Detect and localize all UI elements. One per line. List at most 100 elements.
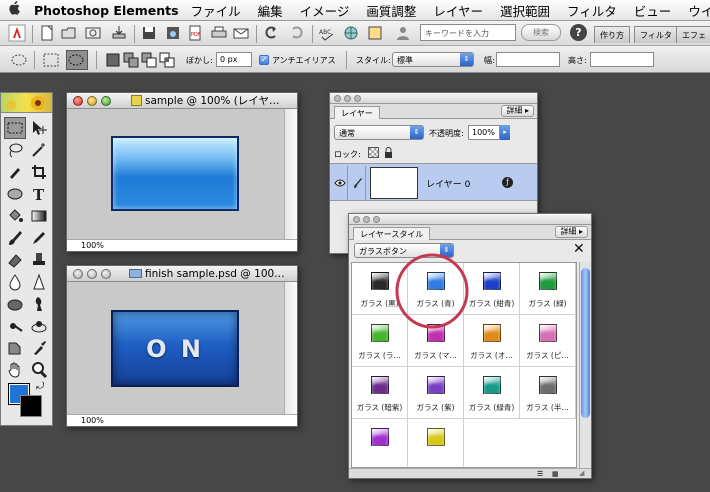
smudge-tool-icon[interactable] (28, 293, 50, 315)
width-input[interactable] (496, 52, 560, 67)
panel-titlebar[interactable] (349, 214, 591, 225)
pdf-icon[interactable]: PDF (186, 24, 204, 42)
thumbnail-view-icon[interactable]: ▦ (552, 470, 559, 478)
panel-titlebar[interactable] (330, 93, 537, 104)
lock-all-icon[interactable] (384, 147, 393, 158)
style-select[interactable]: 標準 ⇕ (392, 52, 474, 67)
vertical-scrollbar[interactable] (284, 282, 297, 414)
antialias-checkbox[interactable]: ✓ (259, 55, 269, 65)
elliptical-marquee-icon[interactable] (10, 51, 28, 69)
rect-marquee-icon[interactable] (42, 51, 60, 69)
user-icon[interactable] (394, 24, 412, 42)
brush-tool-icon[interactable] (4, 227, 26, 249)
blur-tool-icon[interactable] (4, 271, 26, 293)
style-swatch[interactable]: ガラス (暗紫) (352, 367, 408, 419)
layer-styles-tab[interactable]: レイヤースタイル (353, 227, 431, 240)
new-file-icon[interactable] (38, 24, 56, 42)
styles-scroll-thumb[interactable] (581, 268, 590, 418)
resize-grip-icon[interactable]: ◢ (579, 469, 584, 477)
add-selection-icon[interactable] (122, 51, 140, 69)
layer-row[interactable]: レイヤー 0 ƒ (330, 163, 537, 201)
online-services-icon[interactable] (342, 24, 360, 42)
crop-tool-icon[interactable] (28, 161, 50, 183)
palette-tab-effects[interactable]: エフェ (676, 26, 710, 43)
feather-input[interactable]: 0 px (216, 52, 252, 67)
opacity-input[interactable]: 100% (468, 125, 500, 140)
eraser-tool-icon[interactable] (4, 249, 26, 271)
lasso-tool-icon[interactable] (4, 139, 26, 161)
layers-more-button[interactable]: 詳細 ▸ (501, 105, 534, 117)
selection-brush-icon[interactable] (4, 161, 26, 183)
layers-tab[interactable]: レイヤー (334, 106, 380, 119)
swap-colors-icon[interactable]: ⤾ (36, 381, 44, 392)
ellipse-shape-icon[interactable] (4, 183, 26, 205)
canvas-area[interactable] (67, 110, 284, 239)
step-forward-icon[interactable] (288, 24, 306, 42)
move-tool-icon[interactable] (28, 117, 50, 139)
vertical-scrollbar[interactable] (284, 109, 297, 239)
magic-wand-icon[interactable] (28, 139, 50, 161)
custom-shape-icon[interactable] (4, 337, 26, 359)
style-swatch[interactable]: ガラス (ラ… (352, 315, 408, 367)
apple-menu-icon[interactable] (8, 1, 20, 19)
help-button[interactable]: ? (570, 24, 587, 41)
layer-visibility-eye-icon[interactable] (332, 166, 348, 200)
minimize-window-icon[interactable] (87, 96, 97, 106)
minimize-window-icon[interactable] (87, 269, 97, 279)
pattern-stamp-icon[interactable] (28, 249, 50, 271)
sharpen-tool-icon[interactable] (28, 271, 50, 293)
style-swatch[interactable]: ガラス (マ… (408, 315, 464, 367)
style-swatch[interactable] (352, 419, 408, 467)
style-swatch[interactable]: ガラス (ピ… (520, 315, 576, 367)
layer-style-badge-icon[interactable]: ƒ (502, 177, 513, 188)
palette-tab-filters[interactable]: フィルタ (634, 26, 678, 43)
search-input[interactable]: キーワードを入力 (420, 24, 516, 41)
remove-style-button[interactable]: ✕ (573, 241, 585, 257)
layer-paint-brush-icon[interactable] (350, 166, 366, 200)
search-button[interactable]: 検索 (521, 24, 561, 41)
style-swatch[interactable]: ガラス (緑) (520, 263, 576, 315)
list-view-icon[interactable]: ☰ (537, 470, 543, 478)
red-eye-icon[interactable] (4, 315, 26, 337)
styles-scrollbar[interactable] (579, 262, 591, 468)
menu-image[interactable]: イメージ (300, 1, 350, 20)
opacity-arrow-icon[interactable]: ▸ (500, 125, 510, 140)
style-swatch[interactable]: ガラス (オ… (464, 315, 520, 367)
photo-print-icon[interactable] (366, 24, 384, 42)
palette-tab-how-to[interactable]: 作り方 (594, 26, 630, 43)
step-backward-icon[interactable] (262, 24, 280, 42)
browse-icon[interactable] (84, 24, 102, 42)
hand-tool-icon[interactable] (4, 359, 26, 381)
eyedropper-icon[interactable] (28, 337, 50, 359)
intersect-selection-icon[interactable] (158, 51, 176, 69)
zoom-tool-icon[interactable] (28, 359, 50, 381)
background-color-swatch[interactable] (20, 395, 42, 417)
style-swatch[interactable]: ガラス (紺青) (464, 263, 520, 315)
style-swatch[interactable]: ガラス (黒) (352, 263, 408, 315)
gradient-tool-icon[interactable] (28, 205, 50, 227)
style-swatch[interactable]: ガラス (紫) (408, 367, 464, 419)
clone-stamp-icon[interactable] (28, 315, 50, 337)
close-window-icon[interactable] (73, 96, 83, 106)
menu-window[interactable]: ウイ (688, 1, 710, 20)
import-icon[interactable] (110, 24, 128, 42)
subtract-selection-icon[interactable] (140, 51, 158, 69)
window-titlebar[interactable]: finish sample.psd @ 100… (67, 266, 297, 282)
lock-transparency-icon[interactable] (368, 147, 379, 158)
menu-enhance[interactable]: 画質調整 (366, 1, 416, 20)
app-menu[interactable]: Photoshop Elements (34, 3, 179, 18)
type-tool-icon[interactable]: T (28, 183, 50, 205)
spell-check-icon[interactable]: ABC (318, 24, 336, 42)
menu-select[interactable]: 選択範囲 (500, 1, 550, 20)
close-window-icon[interactable] (73, 269, 83, 279)
blend-mode-select[interactable]: 通常 ⇕ (334, 125, 424, 140)
open-folder-icon[interactable] (60, 24, 78, 42)
print-icon[interactable] (210, 24, 228, 42)
style-swatch[interactable]: ガラス (青) (408, 263, 464, 315)
canvas-area[interactable]: O N (67, 283, 284, 414)
marquee-tool-icon[interactable] (4, 117, 26, 139)
sponge-tool-icon[interactable] (4, 293, 26, 315)
save-web-icon[interactable] (164, 24, 182, 42)
style-swatch[interactable]: ガラス (緑青) (464, 367, 520, 419)
zoom-window-icon[interactable] (101, 269, 111, 279)
